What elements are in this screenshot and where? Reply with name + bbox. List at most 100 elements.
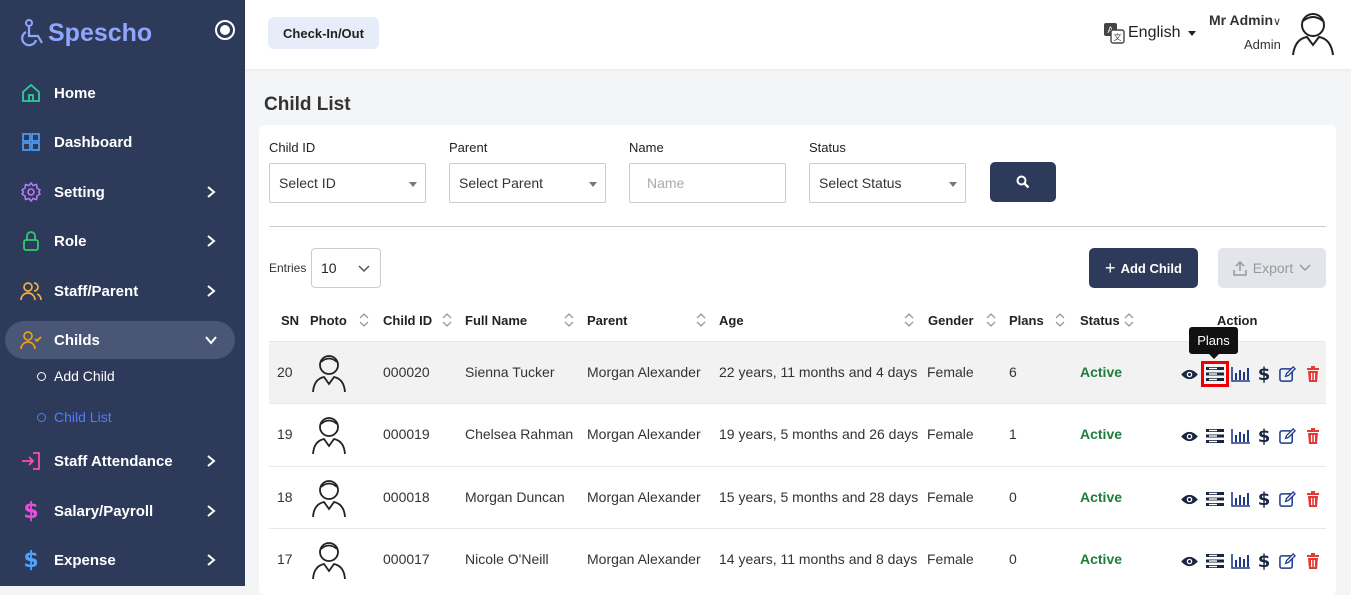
chevron-right-icon — [207, 235, 216, 247]
header-age[interactable]: Age — [719, 313, 744, 328]
sidebar-subitem-child-list[interactable]: Child List — [37, 406, 112, 428]
view-icon[interactable] — [1179, 552, 1199, 570]
sidebar-item-label: Home — [54, 84, 96, 102]
child-photo — [310, 351, 348, 393]
sidebar-item-salary-payroll[interactable]: $ Salary/Payroll — [5, 492, 235, 530]
row-actions: $ — [1179, 551, 1329, 572]
sort-icon[interactable] — [442, 312, 452, 328]
dollar-icon[interactable]: $ — [1257, 426, 1271, 447]
search-button[interactable] — [990, 162, 1056, 202]
chevron-right-icon — [207, 186, 216, 198]
child-id-label: Child ID — [269, 140, 316, 155]
sidebar-subitem-add-child[interactable]: Add Child — [37, 365, 115, 387]
language-selector[interactable]: A文 English — [1103, 22, 1197, 44]
parent-label: Parent — [449, 140, 488, 155]
sidebar-item-childs[interactable]: Childs — [5, 321, 235, 359]
sidebar-item-expense[interactable]: $ Expense — [5, 541, 235, 579]
export-label: Export — [1252, 260, 1294, 276]
bar-chart-icon[interactable] — [1231, 490, 1251, 508]
user-avatar[interactable] — [1290, 8, 1336, 56]
dollar-icon: $ — [23, 498, 39, 524]
bullet-icon — [37, 412, 46, 422]
name-input[interactable]: Name — [629, 163, 786, 203]
lock-icon — [20, 230, 42, 252]
delete-icon[interactable] — [1303, 365, 1323, 383]
user-name[interactable]: Mr Admin∨ — [1209, 12, 1281, 28]
sort-icon[interactable] — [359, 312, 369, 328]
caret-down-icon — [409, 182, 417, 187]
chevron-right-icon — [207, 455, 216, 467]
edit-icon[interactable] — [1277, 427, 1297, 445]
cell-age: 22 years, 11 months and 4 days — [719, 364, 918, 380]
plans-icon[interactable] — [1201, 361, 1229, 387]
bar-chart-icon[interactable] — [1231, 552, 1251, 570]
delete-icon[interactable] — [1303, 552, 1323, 570]
cell-sn: 20 — [277, 364, 293, 380]
dollar-icon[interactable]: $ — [1257, 364, 1271, 385]
sort-icon[interactable] — [696, 312, 706, 328]
delete-icon[interactable] — [1303, 490, 1323, 508]
cell-child-id: 000017 — [383, 551, 430, 567]
gear-icon — [20, 181, 42, 203]
status-badge: Active — [1080, 426, 1123, 442]
dollar-icon[interactable]: $ — [1257, 551, 1271, 572]
edit-icon[interactable] — [1277, 365, 1297, 383]
sidebar-item-role[interactable]: Role — [5, 222, 235, 260]
sidebar-toggle[interactable] — [215, 20, 235, 40]
header-full-name[interactable]: Full Name — [465, 313, 527, 328]
sidebar-item-home[interactable]: Home — [5, 74, 235, 112]
plus-icon: + — [1105, 257, 1116, 278]
view-icon[interactable] — [1179, 365, 1199, 383]
header-child-id[interactable]: Child ID — [383, 313, 432, 328]
sidebar-item-setting[interactable]: Setting — [5, 173, 235, 211]
parent-select[interactable]: Select Parent — [449, 163, 606, 203]
child-photo — [310, 476, 348, 518]
header-parent[interactable]: Parent — [587, 313, 627, 328]
cell-full-name: Sienna Tucker — [465, 364, 555, 380]
sidebar-item-staff-parent[interactable]: Staff/Parent — [5, 272, 235, 310]
dollar-icon[interactable]: $ — [1257, 489, 1271, 510]
row-actions: $ — [1179, 426, 1329, 447]
caret-down-icon — [949, 182, 957, 187]
child-photo — [310, 538, 348, 580]
sidebar-subitem-label: Child List — [54, 409, 112, 425]
plans-icon[interactable] — [1205, 552, 1225, 570]
check-in-out-button[interactable]: Check-In/Out — [268, 17, 379, 49]
plans-icon[interactable] — [1205, 427, 1225, 445]
brand-logo[interactable]: Spescho — [20, 18, 152, 48]
login-icon — [20, 450, 42, 472]
edit-icon[interactable] — [1277, 552, 1297, 570]
cell-age: 15 years, 5 months and 28 days — [719, 489, 919, 505]
table-row: 18 000018 Morgan Duncan Morgan Alexander 15 … — [269, 466, 1326, 528]
header-photo[interactable]: Photo — [310, 313, 347, 328]
page-title: Child List — [264, 94, 351, 115]
sort-icon[interactable] — [1124, 312, 1134, 328]
plans-icon[interactable] — [1205, 490, 1225, 508]
header-status[interactable]: Status — [1080, 313, 1120, 328]
add-child-button[interactable]: + Add Child — [1089, 248, 1198, 288]
search-icon — [1016, 175, 1030, 189]
delete-icon[interactable] — [1303, 427, 1323, 445]
sort-icon[interactable] — [986, 312, 996, 328]
sidebar-item-dashboard[interactable]: Dashboard — [5, 123, 235, 161]
chevron-right-icon — [207, 285, 216, 297]
export-button[interactable]: Export — [1218, 248, 1326, 288]
home-icon — [20, 82, 42, 104]
entries-select[interactable]: 10 — [311, 248, 381, 288]
table-row: 19 000019 Chelsea Rahman Morgan Alexander 19… — [269, 403, 1326, 465]
status-select[interactable]: Select Status — [809, 163, 966, 203]
view-icon[interactable] — [1179, 427, 1199, 445]
child-id-select[interactable]: Select ID — [269, 163, 426, 203]
sidebar-item-staff-attendance[interactable]: Staff Attendance — [5, 442, 235, 480]
header-plans[interactable]: Plans — [1009, 313, 1044, 328]
sort-icon[interactable] — [1055, 312, 1065, 328]
sidebar-item-label: Staff Attendance — [54, 452, 173, 470]
view-icon[interactable] — [1179, 490, 1199, 508]
bar-chart-icon[interactable] — [1231, 365, 1251, 383]
sort-icon[interactable] — [904, 312, 914, 328]
edit-icon[interactable] — [1277, 490, 1297, 508]
bar-chart-icon[interactable] — [1231, 427, 1251, 445]
sort-icon[interactable] — [564, 312, 574, 328]
header-sn[interactable]: SN — [281, 313, 299, 328]
header-gender[interactable]: Gender — [928, 313, 974, 328]
